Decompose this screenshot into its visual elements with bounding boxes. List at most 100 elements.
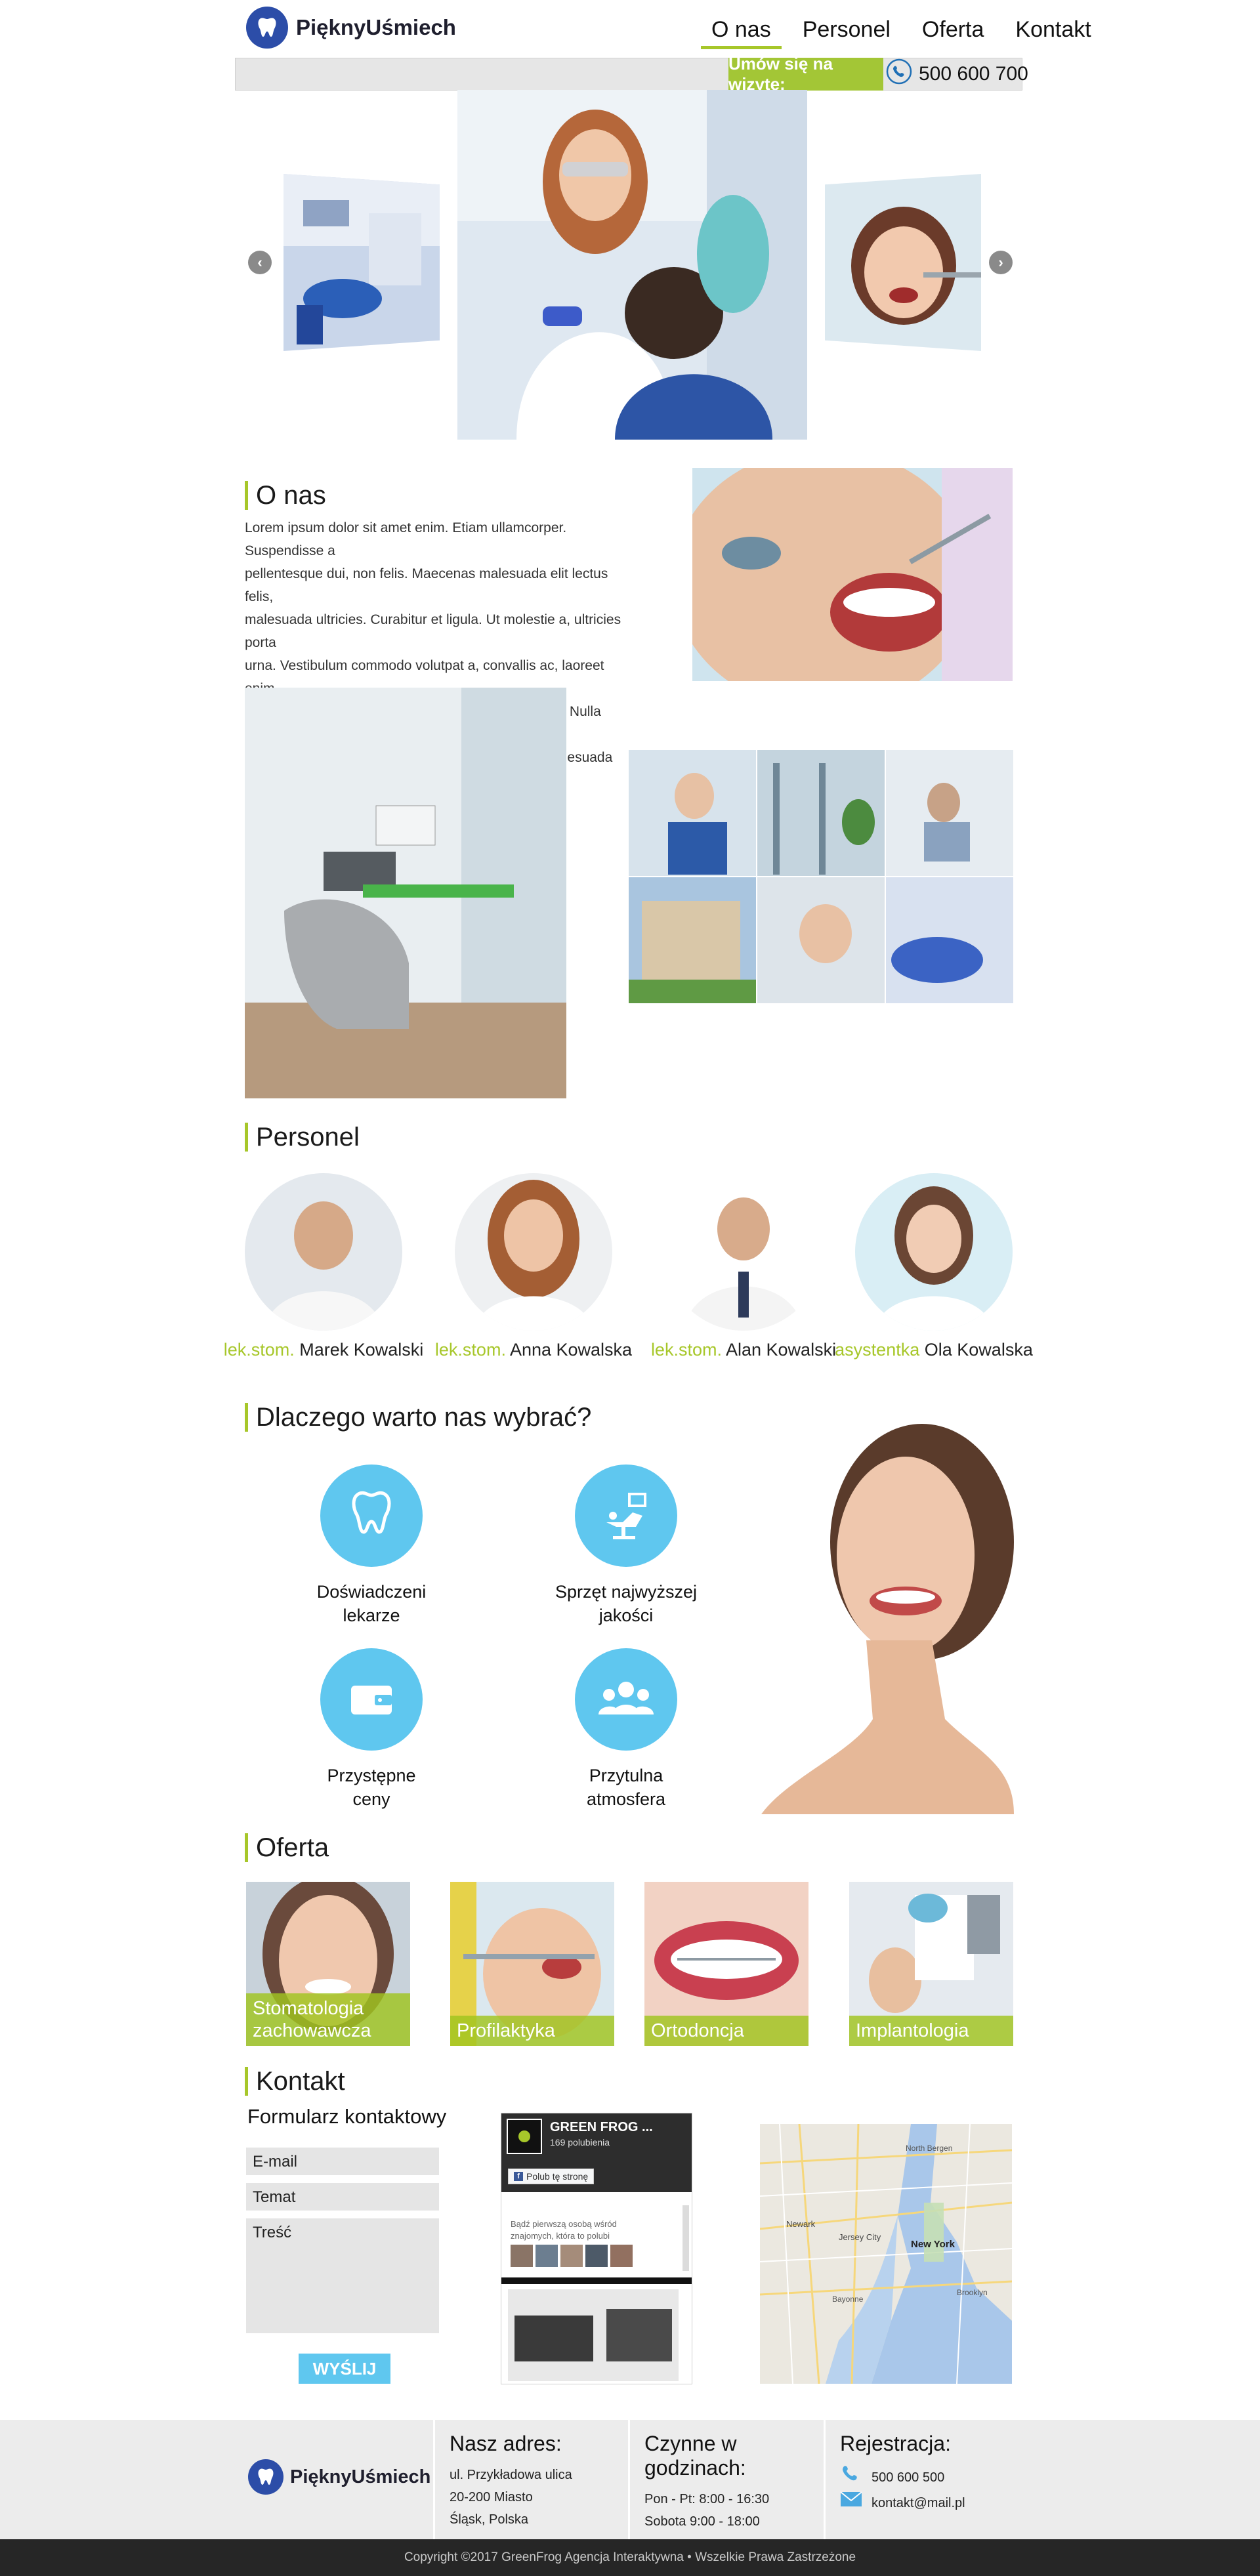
subject-field[interactable]: Temat <box>246 2183 439 2211</box>
footer-email-address: kontakt@mail.pl <box>872 2495 965 2510</box>
about-line: malesuada ultricies. Curabitur et ligula… <box>245 612 621 650</box>
staff-card[interactable]: lek.stom. Anna Kowalska <box>435 1173 632 1360</box>
fb-scrollbar[interactable] <box>682 2205 689 2271</box>
about-line: Lorem ipsum dolor sit amet enim. Etiam u… <box>245 520 567 558</box>
offer-label-line: Stomatologia <box>253 1998 364 2019</box>
staff-card[interactable]: asystentka Ola Kowalska <box>835 1173 1033 1360</box>
phone-icon <box>840 2464 862 2491</box>
footer-brand-name: PięknyUśmiech <box>290 2466 431 2487</box>
map-label: New York <box>911 2239 955 2250</box>
slide-image-right[interactable] <box>825 174 981 351</box>
staff-card[interactable]: lek.stom. Marek Kowalski <box>224 1173 423 1360</box>
people-icon <box>575 1648 677 1751</box>
main-nav: O nas Personel Oferta Kontakt <box>696 13 1107 51</box>
map-label: Bayonne <box>832 2295 864 2304</box>
offer-card-conservative[interactable]: Stomatologia zachowawcza <box>246 1882 410 2046</box>
footer-line: 20-200 Miasto <box>450 2490 533 2504</box>
map-label: Newark <box>786 2219 816 2229</box>
offer-label-line: Profilaktyka <box>457 2020 555 2041</box>
footer-email[interactable]: kontakt@mail.pl <box>840 2491 1006 2515</box>
phone-icon <box>886 58 912 90</box>
map-label: Jersey City <box>839 2232 881 2242</box>
map[interactable]: North Bergen Newark Jersey City New York… <box>760 2124 1012 2384</box>
about-photo-smile <box>692 468 1013 681</box>
nav-item-o-nas[interactable]: O nas <box>696 13 787 51</box>
site-logo[interactable]: PięknyUśmiech <box>246 7 456 49</box>
fb-divider <box>501 2277 692 2284</box>
footer-line: Śląsk, Polska <box>450 2512 529 2527</box>
staff-caption: lek.stom. Anna Kowalska <box>435 1340 632 1360</box>
why-item-equipment: Sprzęt najwyższej jakości <box>547 1465 705 1627</box>
staff-card[interactable]: lek.stom. Alan Kowalski <box>651 1173 836 1360</box>
nav-item-oferta[interactable]: Oferta <box>906 13 999 51</box>
form-title: Formularz kontaktowy <box>247 2105 447 2128</box>
staff-role: lek.stom. <box>223 1340 295 1360</box>
footer-line: Pon - Pt: 8:00 - 16:30 <box>644 2492 770 2506</box>
footer-phone[interactable]: 500 600 500 <box>840 2464 1006 2491</box>
slide-image-main[interactable] <box>457 90 807 440</box>
footer-logo[interactable]: PięknyUśmiech <box>248 2459 430 2495</box>
offer-card-implantology[interactable]: Implantologia <box>849 1882 1013 2046</box>
footer-hours: Czynne w godzinach: Pon - Pt: 8:00 - 16:… <box>628 2420 825 2539</box>
why-label-line: Przytulna <box>589 1766 663 1785</box>
laptop-graphic <box>514 2316 593 2361</box>
offer-card-prophylaxis[interactable]: Profilaktyka <box>450 1882 614 2046</box>
staff-name: Ola Kowalska <box>924 1340 1033 1360</box>
why-label-line: lekarze <box>343 1606 400 1625</box>
facebook-icon: f <box>514 2172 523 2181</box>
map-label: North Bergen <box>906 2144 953 2153</box>
why-item-atmosphere: Przytulna atmosfera <box>547 1648 705 1811</box>
frog-logo-icon <box>518 2130 530 2142</box>
tooth-icon <box>246 7 288 49</box>
fb-friend-avatar <box>610 2245 633 2267</box>
staff-role: asystentka <box>835 1340 920 1360</box>
contact-heading: Kontakt <box>245 2067 345 2096</box>
facebook-widget[interactable]: GREEN FROG ... 169 polubienia f Polub tę… <box>501 2113 692 2384</box>
fb-friend-avatar <box>511 2245 533 2267</box>
staff-photo <box>245 1173 402 1331</box>
copyright-bar: Copyright ©2017 GreenFrog Agencja Intera… <box>0 2539 1260 2576</box>
slider-next-button[interactable]: › <box>989 251 1013 274</box>
staff-caption: lek.stom. Alan Kowalski <box>651 1340 836 1360</box>
why-label-line: jakości <box>598 1606 654 1625</box>
why-heading: Dlaczego warto nas wybrać? <box>245 1403 591 1432</box>
laptop-graphic <box>606 2309 672 2361</box>
footer-heading: Czynne w godzinach: <box>644 2432 746 2480</box>
slide-image-left[interactable] <box>284 174 440 351</box>
nav-item-personel[interactable]: Personel <box>787 13 906 51</box>
offer-label: Ortodoncja <box>644 2016 808 2046</box>
message-field[interactable]: Treść <box>246 2218 439 2333</box>
email-field[interactable]: E-mail <box>246 2148 439 2175</box>
nav-item-kontakt[interactable]: Kontakt <box>999 13 1106 51</box>
staff-name: Marek Kowalski <box>299 1340 424 1360</box>
about-heading: O nas <box>245 481 326 510</box>
chevron-right-icon: › <box>998 254 1003 270</box>
staff-caption: lek.stom. Marek Kowalski <box>224 1340 424 1360</box>
staff-name: Alan Kowalski <box>725 1340 837 1360</box>
fb-like-button[interactable]: f Polub tę stronę <box>508 2169 595 2184</box>
slider-prev-button[interactable]: ‹ <box>248 251 272 274</box>
about-line: pellentesque dui, non felis. Maecenas ma… <box>245 566 608 604</box>
why-label-line: atmosfera <box>586 1789 666 1809</box>
fb-page-name[interactable]: GREEN FROG ... <box>550 2120 653 2135</box>
top-phone[interactable]: 500 600 700 <box>886 58 1028 91</box>
staff-photo <box>455 1173 612 1331</box>
brand-name: PięknyUśmiech <box>296 15 456 39</box>
offer-label: Stomatologia zachowawcza <box>246 1993 410 2046</box>
clinic-room-photo <box>245 688 566 1098</box>
fb-page-avatar <box>507 2119 542 2154</box>
fb-like-label: Polub tę stronę <box>526 2171 589 2182</box>
offer-card-orthodontics[interactable]: Ortodoncja <box>644 1882 808 2046</box>
offer-heading: Oferta <box>245 1833 329 1862</box>
offer-label-line: Ortodoncja <box>651 2020 744 2041</box>
offer-label-line: Implantologia <box>856 2020 969 2041</box>
staff-role: lek.stom. <box>650 1340 722 1360</box>
fb-invite-line: znajomych, która to polubi <box>511 2231 610 2241</box>
footer-address: Nasz adres: ul. Przykładowa ulica 20-200… <box>433 2420 630 2539</box>
fb-friends-row <box>511 2245 633 2267</box>
smiling-woman-photo <box>761 1424 1014 1814</box>
tooth-icon <box>248 2459 284 2495</box>
why-label-line: ceny <box>352 1789 390 1809</box>
send-button[interactable]: WYŚLIJ <box>299 2354 390 2384</box>
appointment-button[interactable]: Umów się na wizytę: <box>728 54 883 94</box>
